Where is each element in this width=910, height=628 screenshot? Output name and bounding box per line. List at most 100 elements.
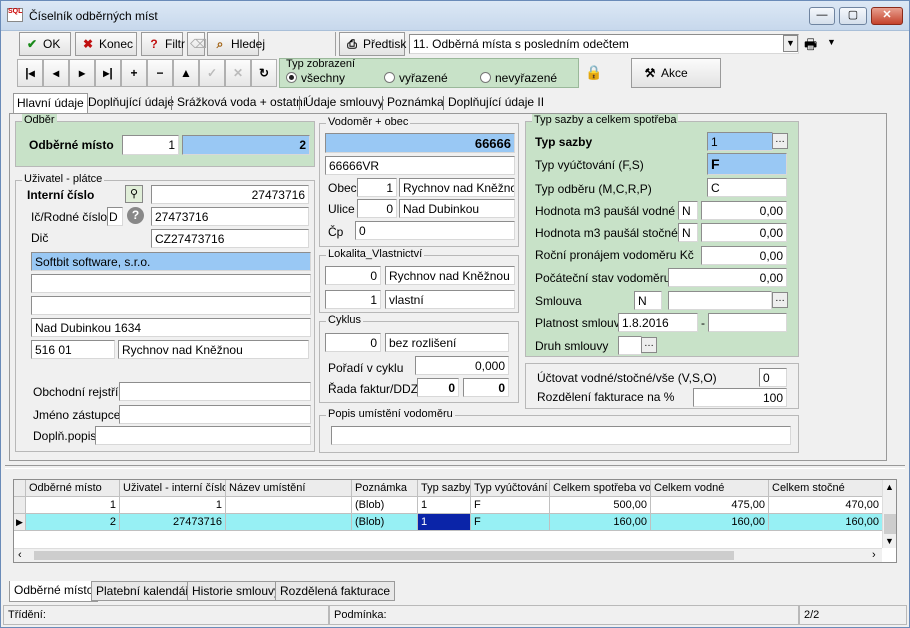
- ulice-num-field[interactable]: 0: [357, 199, 397, 218]
- interni-cislo-field[interactable]: 27473716: [151, 185, 309, 204]
- next-record-button[interactable]: ▸: [69, 59, 95, 87]
- ulice-name-field[interactable]: Nad Dubinkou: [399, 199, 515, 218]
- pausal-stocne-flag[interactable]: N: [678, 223, 698, 242]
- cancel-record-button[interactable]: ✕: [225, 59, 251, 87]
- jmeno-zastupce-field[interactable]: [119, 405, 311, 424]
- first-record-button[interactable]: |◂: [17, 59, 43, 87]
- last-record-button[interactable]: ▸|: [95, 59, 121, 87]
- rada-field-1[interactable]: 0: [417, 378, 459, 397]
- table-cell[interactable]: [226, 497, 352, 514]
- druh-smlouvy-lookup-button[interactable]: …: [641, 337, 657, 353]
- typ-odberu-field[interactable]: C: [707, 178, 787, 197]
- scroll-thumb[interactable]: [884, 514, 896, 534]
- tab-srazkova-voda[interactable]: Srážková voda + ostatní: [174, 93, 309, 113]
- tab-doplnujici-udaje[interactable]: Doplňující údaje: [85, 93, 177, 113]
- table-cell[interactable]: 500,00: [550, 497, 651, 514]
- lokalita-name-field[interactable]: Rychnov nad Kněžnou: [385, 266, 515, 285]
- hledej-button[interactable]: ⌕ Hledej: [207, 32, 265, 56]
- help-icon[interactable]: ?: [127, 207, 144, 224]
- ok-button[interactable]: ✔ OK: [19, 32, 71, 56]
- column-header[interactable]: Typ vyúčtování: [471, 480, 550, 497]
- print-dropdown-icon[interactable]: ▼: [827, 37, 836, 47]
- psc-field[interactable]: 516 01: [31, 340, 115, 359]
- column-header[interactable]: Celkem stočné: [769, 480, 883, 497]
- table-cell[interactable]: 475,00: [651, 497, 769, 514]
- table-cell[interactable]: (Blob): [352, 514, 418, 531]
- chevron-down-icon[interactable]: ▼: [783, 35, 798, 52]
- tab-platebni-kalendar[interactable]: Platební kalendář: [91, 581, 195, 601]
- print-icon[interactable]: 🖶: [804, 34, 817, 58]
- lookup-icon[interactable]: ⚲: [125, 185, 143, 203]
- smlouva-flag-field[interactable]: N: [634, 291, 662, 310]
- table-cell[interactable]: 2: [26, 514, 120, 531]
- column-header[interactable]: Typ sazby: [418, 480, 471, 497]
- odberne-misto-field-2[interactable]: 2: [182, 135, 310, 155]
- table-cell[interactable]: [226, 514, 352, 531]
- poradi-field[interactable]: 0,000: [415, 356, 509, 375]
- rozdeleni-field[interactable]: 100: [693, 388, 787, 407]
- obec-num-field[interactable]: 1: [357, 178, 397, 197]
- report-select[interactable]: 11. Odběrná místa s posledním odečtem: [409, 34, 799, 54]
- pocatecni-stav-field[interactable]: 0,00: [668, 268, 787, 287]
- delete-record-button[interactable]: −: [147, 59, 173, 87]
- cyklus-num-field[interactable]: 0: [325, 333, 381, 352]
- scroll-left-icon[interactable]: ‹: [18, 549, 22, 561]
- scroll-thumb[interactable]: [34, 551, 734, 560]
- cyklus-name-field[interactable]: bez rozlišení: [385, 333, 509, 352]
- akce-button[interactable]: ⚒ Akce: [631, 58, 721, 88]
- vlastnictvi-name-field[interactable]: vlastní: [385, 290, 515, 309]
- adresa-line3-field[interactable]: [31, 296, 311, 315]
- konec-button[interactable]: ✖ Konec: [75, 32, 137, 56]
- uctovat-field[interactable]: 0: [759, 368, 787, 387]
- rada-field-2[interactable]: 0: [463, 378, 509, 397]
- table-cell[interactable]: 27473716: [120, 514, 226, 531]
- ic-field[interactable]: 27473716: [151, 207, 309, 226]
- odberne-misto-field-1[interactable]: 1: [122, 135, 179, 155]
- tab-historie-smlouvy[interactable]: Historie smlouvy: [187, 581, 286, 601]
- table-cell[interactable]: (Blob): [352, 497, 418, 514]
- tab-odberne-misto[interactable]: Odběrné místo: [9, 581, 99, 602]
- vlastnictvi-num-field[interactable]: 1: [325, 290, 381, 309]
- ulice-field[interactable]: Nad Dubinkou 1634: [31, 318, 311, 337]
- edit-record-button[interactable]: ▲: [173, 59, 199, 87]
- table-cell[interactable]: 160,00: [550, 514, 651, 531]
- platnost-od-field[interactable]: 1.8.2016: [618, 313, 698, 332]
- pronajem-field[interactable]: 0,00: [701, 246, 787, 265]
- clear-filter-button[interactable]: ⌫: [187, 32, 207, 56]
- table-cell[interactable]: F: [471, 497, 550, 514]
- column-header[interactable]: Celkem spotřeba vo: [550, 480, 651, 497]
- radio-vsechny[interactable]: všechny: [286, 71, 345, 85]
- ic-flag-field[interactable]: D: [107, 207, 123, 226]
- mesto-field[interactable]: Rychnov nad Kněžnou: [118, 340, 309, 359]
- cp-field[interactable]: 0: [355, 221, 515, 240]
- pausal-vodne-flag[interactable]: N: [678, 201, 698, 220]
- smlouva-field[interactable]: [668, 291, 772, 310]
- close-button[interactable]: ✕: [871, 7, 903, 25]
- add-record-button[interactable]: +: [121, 59, 147, 87]
- tab-rozdelena-fakturace[interactable]: Rozdělená fakturace: [275, 581, 396, 601]
- lock-icon[interactable]: 🔒: [585, 64, 602, 81]
- row-pointer-icon[interactable]: ▶: [14, 514, 26, 531]
- tab-doplnujici-udaje-ii[interactable]: Doplňující údaje II: [445, 93, 547, 113]
- confirm-record-button[interactable]: ✓: [199, 59, 225, 87]
- column-header[interactable]: Celkem vodné: [651, 480, 769, 497]
- column-header[interactable]: Uživatel - interní číslo: [120, 480, 226, 497]
- scroll-down-icon[interactable]: ▼: [885, 536, 894, 546]
- popis-umisteni-field[interactable]: [331, 426, 791, 445]
- column-header[interactable]: Název umístění: [226, 480, 352, 497]
- vodomer-code-field[interactable]: 66666VR: [325, 156, 515, 175]
- obchodni-rejstrik-field[interactable]: [119, 382, 311, 401]
- table-cell[interactable]: F: [471, 514, 550, 531]
- horizontal-scrollbar[interactable]: ‹ ›: [14, 548, 882, 562]
- table-cell[interactable]: 160,00: [769, 514, 883, 531]
- platnost-do-field[interactable]: [708, 313, 787, 332]
- pausal-vodne-field[interactable]: 0,00: [701, 201, 787, 220]
- vodomer-number-field[interactable]: 66666: [325, 133, 515, 153]
- tab-hlavni-udaje[interactable]: Hlavní údaje: [13, 93, 88, 113]
- prev-record-button[interactable]: ◂: [43, 59, 69, 87]
- tab-poznamka[interactable]: Poznámka: [384, 93, 447, 113]
- column-header[interactable]: Odběrné místo: [26, 480, 120, 497]
- typ-sazby-lookup-button[interactable]: …: [772, 133, 788, 149]
- table-cell[interactable]: 470,00: [769, 497, 883, 514]
- popis-field[interactable]: [95, 426, 311, 445]
